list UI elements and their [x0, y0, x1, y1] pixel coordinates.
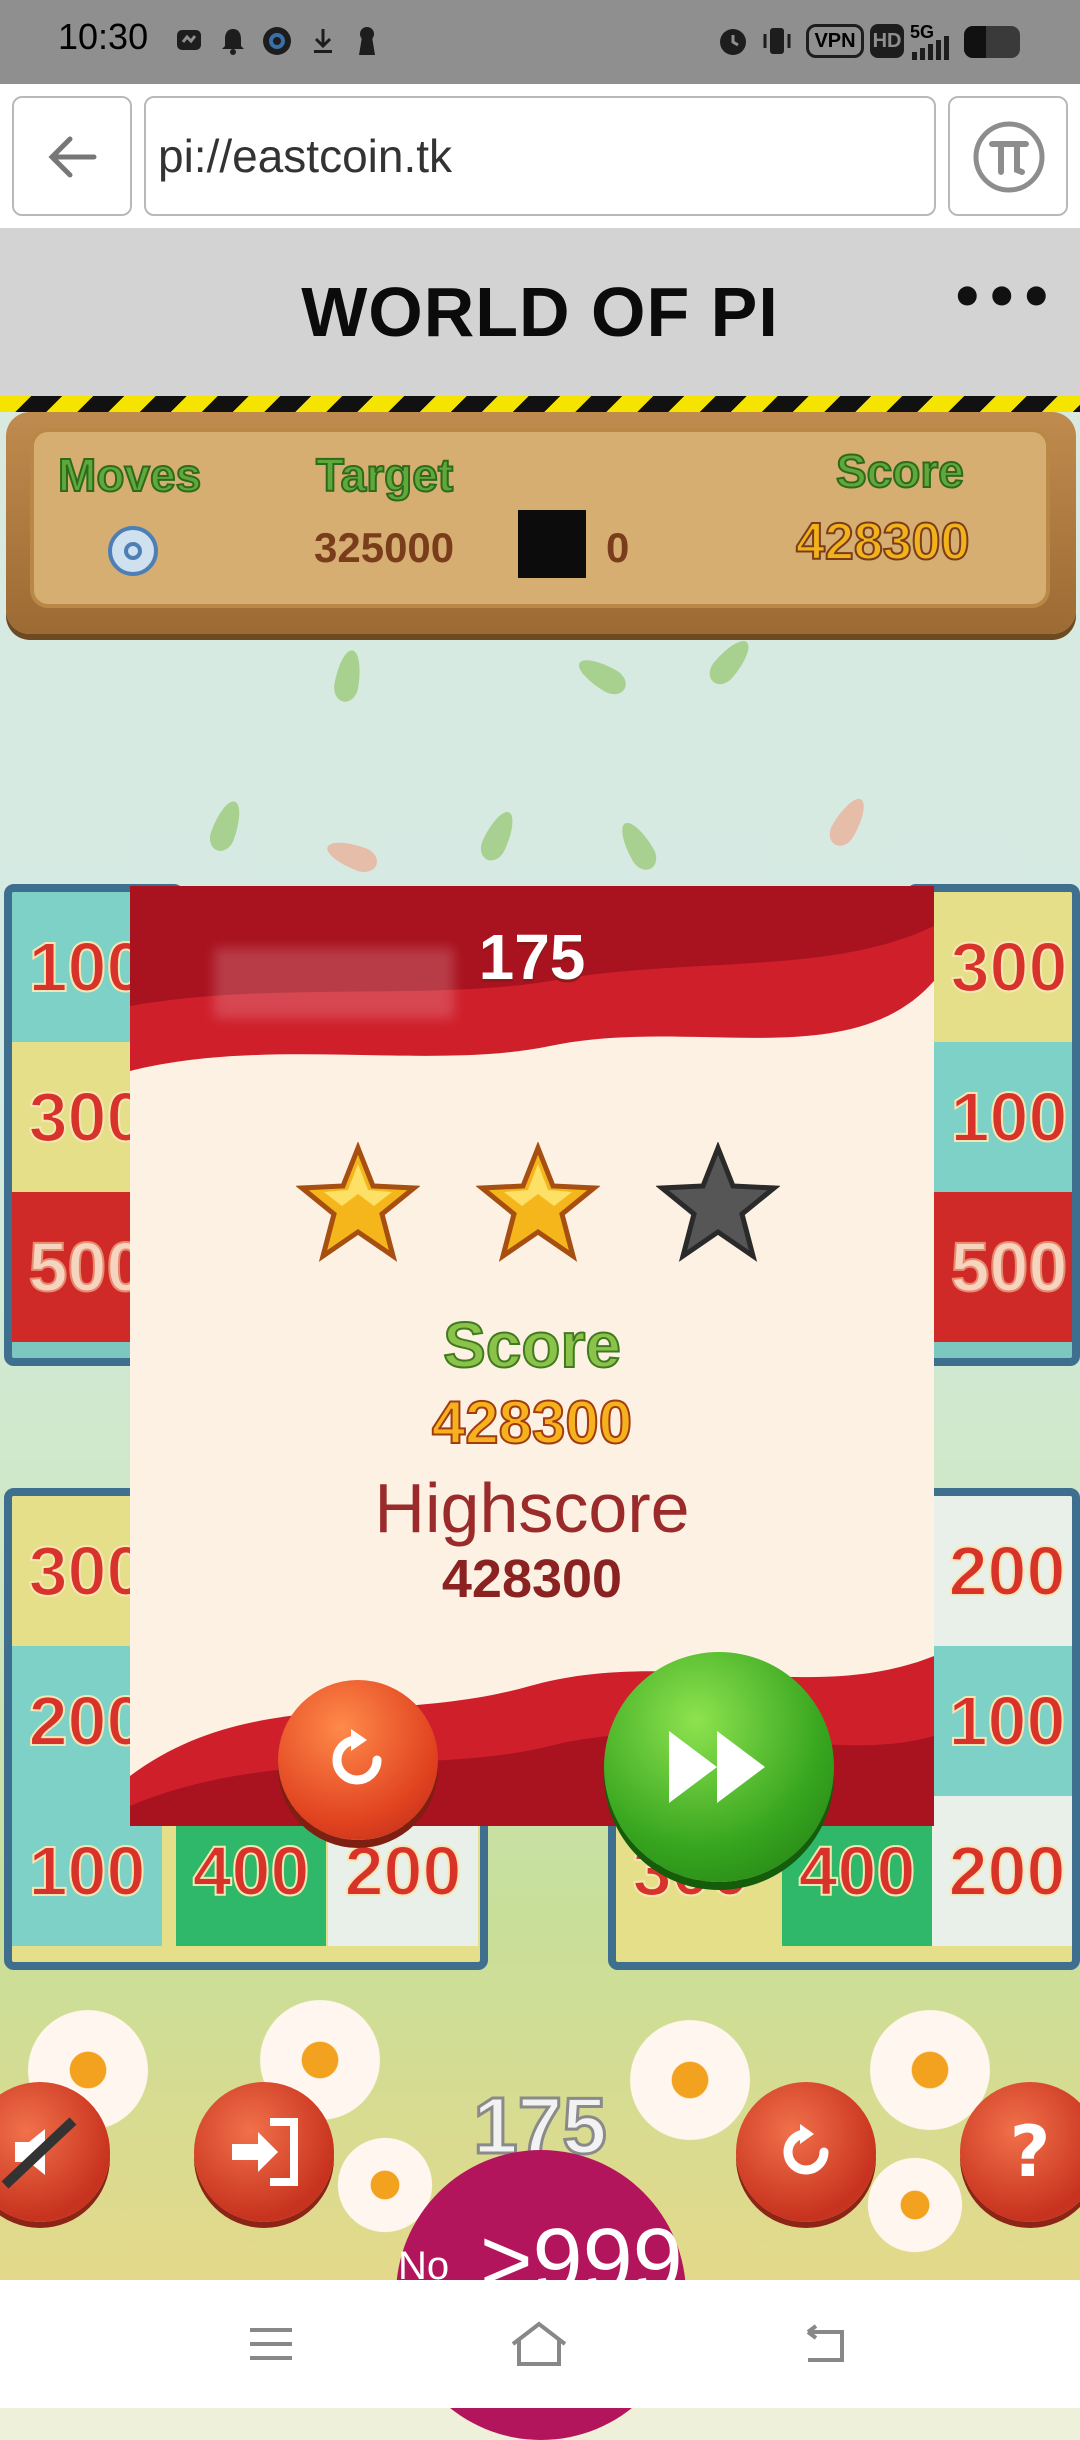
record-icon	[260, 22, 294, 60]
menu-nav-button[interactable]	[216, 2296, 326, 2392]
pi-browser-button[interactable]	[948, 96, 1068, 216]
dialog-level-number: 175	[478, 921, 586, 993]
moves-label: Moves	[57, 448, 202, 502]
restart-icon	[783, 2124, 829, 2175]
star-empty-icon	[656, 1142, 780, 1262]
dialog-highscore-value: 428300	[441, 1549, 623, 1609]
vpn-badge: VPN	[806, 24, 864, 58]
pi-logo-icon	[973, 121, 1045, 193]
dialog-score-value: 428300	[431, 1388, 633, 1457]
menu-lines-icon	[250, 2328, 292, 2360]
exit-icon	[232, 2118, 298, 2186]
download-icon	[306, 22, 340, 60]
back-nav-icon	[806, 2324, 844, 2362]
sound-off-icon	[1, 2117, 77, 2189]
tile[interactable]: 200	[932, 1796, 1072, 1946]
vibrate-icon	[760, 22, 794, 60]
score-label: Score	[835, 444, 965, 498]
tile[interactable]: 200	[932, 1496, 1072, 1646]
level-number: 175	[472, 2080, 608, 2172]
flower-decoration	[860, 2150, 970, 2260]
exit-button[interactable]	[194, 2082, 334, 2222]
dialog-score-label: Score	[442, 1308, 622, 1382]
replay-button[interactable]	[278, 1680, 438, 1840]
hazard-stripe	[0, 396, 1080, 412]
url-text[interactable]: pi://eastcoin.tk	[158, 96, 452, 216]
signal-icon: 5G	[910, 22, 950, 62]
home-nav-button[interactable]	[484, 2296, 594, 2392]
status-time: 10:30	[58, 16, 149, 57]
back-nav-button[interactable]	[770, 2296, 880, 2392]
tile[interactable]: 100	[934, 1042, 1072, 1192]
alarm-icon	[716, 22, 750, 60]
more-menu-button[interactable]: •••	[950, 271, 1054, 338]
tile[interactable]: 100	[932, 1646, 1072, 1796]
star-earned-icon	[476, 1142, 600, 1262]
dialog-highscore-label: Highscore	[374, 1469, 690, 1547]
messenger-icon	[172, 22, 206, 60]
target-label: Target	[315, 448, 454, 502]
home-icon	[511, 2321, 567, 2366]
notification-bell-icon	[216, 22, 250, 60]
tile[interactable]: 300	[934, 892, 1072, 1042]
back-button[interactable]	[12, 96, 132, 216]
restart-button[interactable]	[736, 2082, 876, 2222]
replay-icon	[332, 1729, 382, 1785]
next-level-button[interactable]	[604, 1652, 834, 1882]
score-value: 428300	[795, 512, 971, 572]
app-title: WORLD OF PI	[301, 273, 779, 351]
target-value: 325000	[314, 524, 455, 571]
hd-badge: HD	[870, 24, 904, 58]
fast-forward-icon	[669, 1731, 765, 1803]
keyhole-icon	[350, 22, 384, 60]
battery-icon	[964, 26, 1020, 58]
tile[interactable]: 500	[934, 1192, 1072, 1342]
help-icon: ?	[1009, 2111, 1051, 2193]
moves-infinity-icon	[108, 526, 158, 576]
star-earned-icon	[296, 1142, 420, 1262]
back-arrow-icon	[48, 136, 97, 178]
target-progress-box	[518, 510, 586, 578]
target-extra-value: 0	[606, 524, 630, 571]
